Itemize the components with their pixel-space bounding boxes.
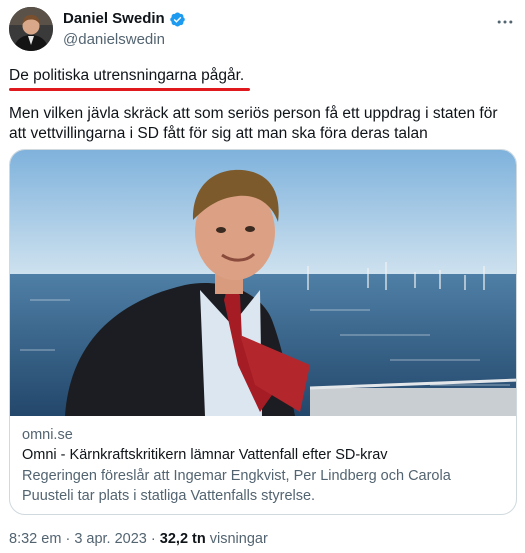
footer-separator: · (150, 531, 156, 547)
red-underline-annotation (9, 88, 250, 91)
tweet-text-line-1: De politiska utrensningarna pågår. (9, 67, 245, 84)
more-icon[interactable] (494, 11, 516, 33)
author-handle[interactable]: @danielswedin (63, 30, 186, 50)
link-preview-card[interactable]: omni.se Omni - Kärnkraftskritikern lämna… (9, 149, 517, 515)
tweet-time[interactable]: 8:32 em (9, 531, 61, 547)
verified-badge-icon (169, 11, 186, 28)
views-count: 32,2 tn (159, 531, 206, 547)
card-meta: omni.se Omni - Kärnkraftskritikern lämna… (22, 426, 506, 506)
footer-separator: · (65, 531, 71, 547)
card-domain: omni.se (22, 427, 73, 443)
card-image (10, 150, 516, 416)
card-description: Regeringen föreslår att Ingemar Engkvist… (22, 468, 451, 504)
display-name[interactable]: Daniel Swedin (63, 9, 165, 29)
author-info: Daniel Swedin @danielswedin (63, 9, 186, 50)
tweet-text-line-2: Men vilken jävla skräck att som seriös p… (9, 105, 498, 142)
tweet-header: Daniel Swedin @danielswedin (9, 7, 516, 53)
tweet-date[interactable]: 3 apr. 2023 (74, 531, 147, 547)
views-label: visningar (209, 531, 268, 547)
tweet-footer: 8:32 em · 3 apr. 2023 · 32,2 tn visninga… (9, 529, 268, 549)
avatar[interactable] (9, 7, 53, 51)
card-title[interactable]: Omni - Kärnkraftskritikern lämnar Vatten… (22, 446, 506, 465)
